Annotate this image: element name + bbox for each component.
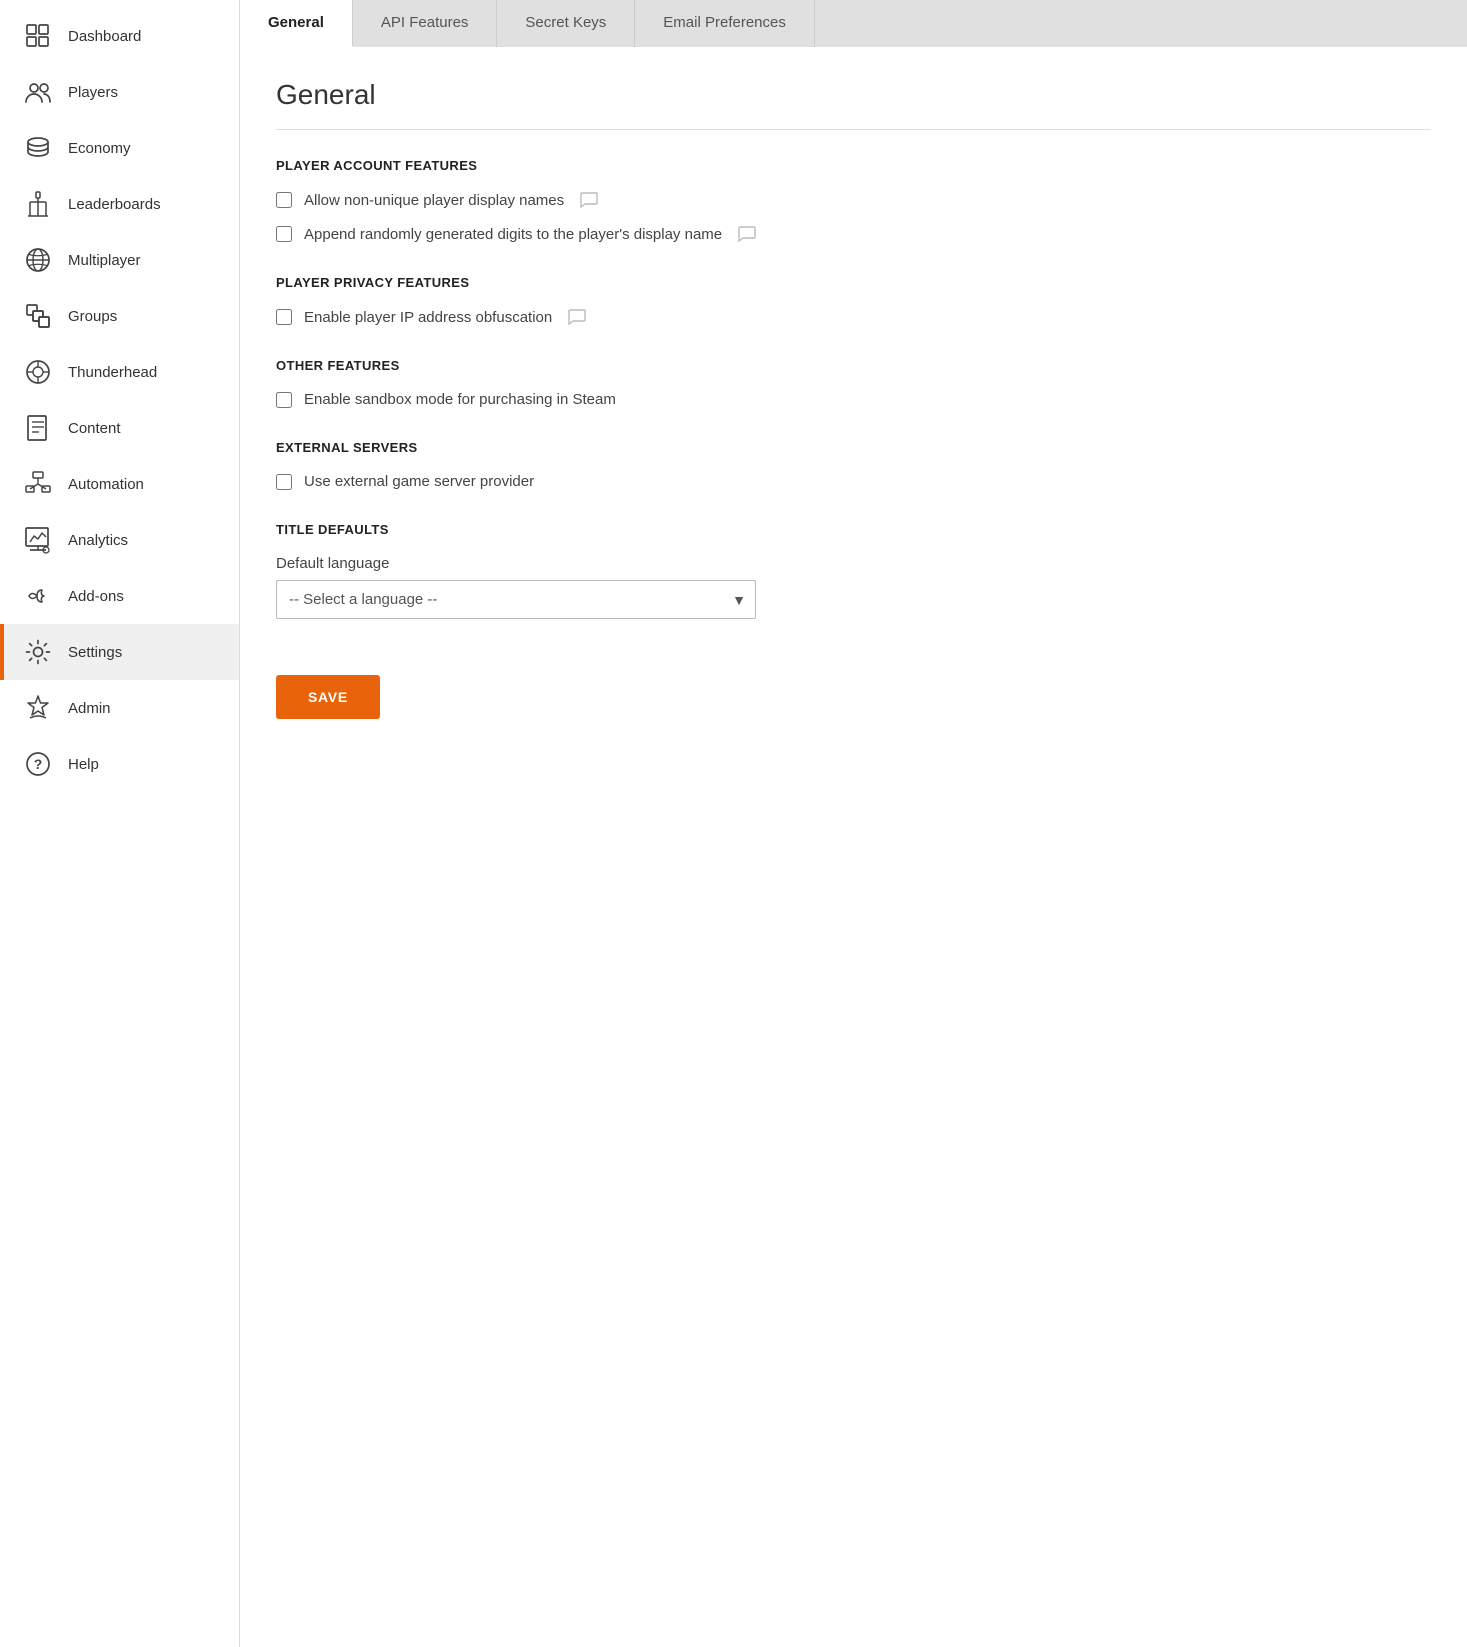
tab-general[interactable]: General — [240, 0, 353, 47]
label-append-digits: Append randomly generated digits to the … — [304, 226, 722, 243]
language-field-label: Default language — [276, 555, 1431, 572]
comment-icon-append-digits — [738, 225, 756, 243]
page-title: General — [276, 79, 1431, 111]
section-heading-title-defaults: TITLE DEFAULTS — [276, 522, 1431, 537]
content-area: General PLAYER ACCOUNT FEATURES Allow no… — [240, 47, 1467, 1647]
tabs-bar: General API Features Secret Keys Email P… — [240, 0, 1467, 47]
label-non-unique-names: Allow non-unique player display names — [304, 192, 564, 209]
section-heading-external-servers: EXTERNAL SERVERS — [276, 440, 1431, 455]
sidebar-item-help[interactable]: ? Help — [0, 736, 239, 792]
language-select[interactable]: -- Select a language -- — [276, 580, 756, 619]
checkbox-row-append-digits: Append randomly generated digits to the … — [276, 225, 1431, 243]
sidebar-label-economy: Economy — [68, 140, 131, 157]
language-select-wrapper: -- Select a language -- ▼ — [276, 580, 756, 619]
thunderhead-icon — [24, 358, 52, 386]
section-external-servers: EXTERNAL SERVERS Use external game serve… — [276, 440, 1431, 490]
sidebar-label-multiplayer: Multiplayer — [68, 252, 141, 269]
tab-secret-keys[interactable]: Secret Keys — [497, 0, 635, 47]
save-button[interactable]: SAVE — [276, 675, 380, 719]
sidebar-item-content[interactable]: Content — [0, 400, 239, 456]
sidebar-label-admin: Admin — [68, 700, 111, 717]
addons-icon — [24, 582, 52, 610]
tab-email-preferences[interactable]: Email Preferences — [635, 0, 815, 47]
sidebar-label-content: Content — [68, 420, 121, 437]
sidebar-label-leaderboards: Leaderboards — [68, 196, 161, 213]
sidebar-item-dashboard[interactable]: Dashboard — [0, 8, 239, 64]
checkbox-row-external-server: Use external game server provider — [276, 473, 1431, 490]
checkbox-non-unique-names[interactable] — [276, 192, 292, 208]
sidebar-label-settings: Settings — [68, 644, 122, 661]
sidebar-item-economy[interactable]: Economy — [0, 120, 239, 176]
sidebar-label-analytics: Analytics — [68, 532, 128, 549]
sidebar: Dashboard Players Economy — [0, 0, 240, 1647]
sidebar-label-thunderhead: Thunderhead — [68, 364, 157, 381]
sidebar-label-players: Players — [68, 84, 118, 101]
sidebar-item-addons[interactable]: Add-ons — [0, 568, 239, 624]
section-divider — [276, 129, 1431, 130]
automation-icon — [24, 470, 52, 498]
sidebar-item-analytics[interactable]: Analytics — [0, 512, 239, 568]
leaderboards-icon — [24, 190, 52, 218]
label-external-server: Use external game server provider — [304, 473, 534, 490]
sidebar-item-automation[interactable]: Automation — [0, 456, 239, 512]
label-sandbox-steam: Enable sandbox mode for purchasing in St… — [304, 391, 616, 408]
economy-icon — [24, 134, 52, 162]
sidebar-item-settings[interactable]: Settings — [0, 624, 239, 680]
sidebar-label-addons: Add-ons — [68, 588, 124, 605]
main-content: General API Features Secret Keys Email P… — [240, 0, 1467, 1647]
sidebar-item-players[interactable]: Players — [0, 64, 239, 120]
help-icon: ? — [24, 750, 52, 778]
content-icon — [24, 414, 52, 442]
label-ip-obfuscation: Enable player IP address obfuscation — [304, 309, 552, 326]
section-other-features: OTHER FEATURES Enable sandbox mode for p… — [276, 358, 1431, 408]
checkbox-row-sandbox-steam: Enable sandbox mode for purchasing in St… — [276, 391, 1431, 408]
admin-icon — [24, 694, 52, 722]
players-icon — [24, 78, 52, 106]
sidebar-label-help: Help — [68, 756, 99, 773]
analytics-icon — [24, 526, 52, 554]
comment-icon-non-unique-names — [580, 191, 598, 209]
section-heading-player-account: PLAYER ACCOUNT FEATURES — [276, 158, 1431, 173]
sidebar-item-admin[interactable]: Admin — [0, 680, 239, 736]
section-heading-other-features: OTHER FEATURES — [276, 358, 1431, 373]
checkbox-sandbox-steam[interactable] — [276, 392, 292, 408]
sidebar-item-multiplayer[interactable]: Multiplayer — [0, 232, 239, 288]
section-player-privacy: PLAYER PRIVACY FEATURES Enable player IP… — [276, 275, 1431, 326]
checkbox-row-non-unique-names: Allow non-unique player display names — [276, 191, 1431, 209]
sidebar-item-groups[interactable]: Groups — [0, 288, 239, 344]
tab-api-features[interactable]: API Features — [353, 0, 498, 47]
checkbox-row-ip-obfuscation: Enable player IP address obfuscation — [276, 308, 1431, 326]
dashboard-icon — [24, 22, 52, 50]
sidebar-label-dashboard: Dashboard — [68, 28, 141, 45]
svg-text:?: ? — [34, 756, 43, 772]
checkbox-append-digits[interactable] — [276, 226, 292, 242]
section-heading-player-privacy: PLAYER PRIVACY FEATURES — [276, 275, 1431, 290]
checkbox-external-server[interactable] — [276, 474, 292, 490]
comment-icon-ip-obfuscation — [568, 308, 586, 326]
section-player-account: PLAYER ACCOUNT FEATURES Allow non-unique… — [276, 158, 1431, 243]
sidebar-item-thunderhead[interactable]: Thunderhead — [0, 344, 239, 400]
sidebar-label-automation: Automation — [68, 476, 144, 493]
sidebar-label-groups: Groups — [68, 308, 117, 325]
settings-icon — [24, 638, 52, 666]
section-title-defaults: TITLE DEFAULTS Default language -- Selec… — [276, 522, 1431, 619]
checkbox-ip-obfuscation[interactable] — [276, 309, 292, 325]
groups-icon — [24, 302, 52, 330]
multiplayer-icon — [24, 246, 52, 274]
sidebar-item-leaderboards[interactable]: Leaderboards — [0, 176, 239, 232]
